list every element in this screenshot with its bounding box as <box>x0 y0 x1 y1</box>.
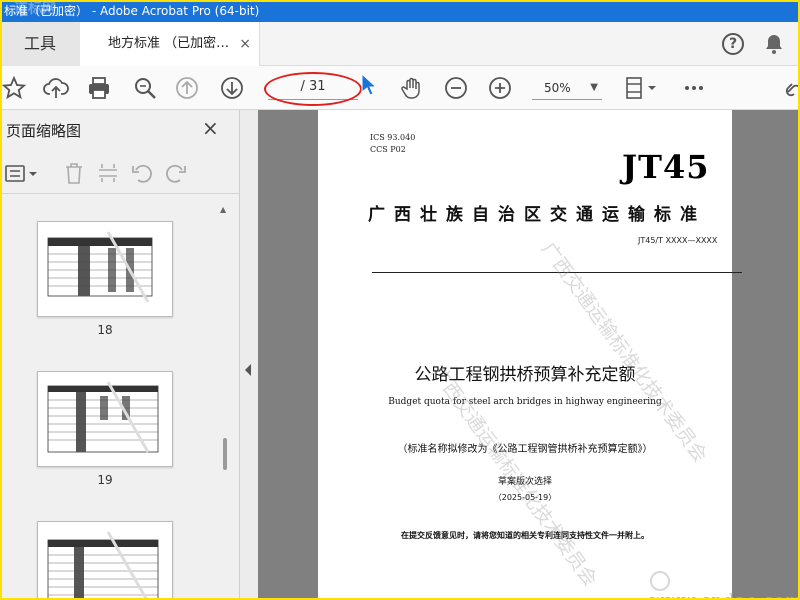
zoom-out-icon[interactable] <box>442 74 470 102</box>
hand-tool-icon[interactable] <box>398 74 426 102</box>
page-thumbnail-18[interactable] <box>37 221 173 317</box>
more-options-icon[interactable] <box>680 74 708 102</box>
thumbnail-table-graphic <box>47 381 159 453</box>
previous-page-icon[interactable] <box>173 74 201 102</box>
document-viewer[interactable]: ICS 93.040 CCS P02 JT45 广西壮族自治区交通运输标准 JT… <box>258 110 800 600</box>
window-title-bar: 标准（已加密） - Adobe Acrobat Pro (64-bit) 道标网 <box>0 0 800 22</box>
standard-logo: JT45 <box>622 148 710 186</box>
document-title: 公路工程钢拱桥预算补充定额 <box>414 365 636 385</box>
pane-collapse-strip[interactable] <box>240 110 258 600</box>
pane-toolbar <box>0 154 240 194</box>
standard-type: 广西壮族自治区交通运输标准 <box>368 205 706 225</box>
star-icon[interactable] <box>0 74 28 102</box>
bell-icon[interactable] <box>762 32 786 56</box>
delete-page-icon[interactable] <box>62 160 86 186</box>
document-page: ICS 93.040 CCS P02 JT45 广西壮族自治区交通运输标准 JT… <box>318 110 742 600</box>
diagonal-watermark: 广西交通运输标准化技术委员会 <box>536 238 712 467</box>
site-watermark-text: www.cndao.com <box>650 591 800 600</box>
ics-ccs-codes: ICS 93.040 CCS P02 <box>370 132 415 156</box>
collapse-arrow-icon[interactable] <box>245 364 251 376</box>
rename-note: （标准名称拟修改为《公路工程钢管拱桥补充预算定额》） <box>397 444 653 455</box>
zoom-search-icon[interactable] <box>131 74 159 102</box>
options-menu-icon[interactable] <box>4 162 40 186</box>
extract-page-icon[interactable] <box>96 160 120 186</box>
next-page-icon[interactable] <box>218 74 246 102</box>
rotate-counterclockwise-icon[interactable] <box>130 160 154 186</box>
thumbnail-label-19: 19 <box>97 473 113 487</box>
site-watermark: www.cndao.com <box>650 570 800 600</box>
ics-code: ICS 93.040 <box>370 133 416 142</box>
standard-code: JT45/T XXXX—XXXX <box>638 236 718 245</box>
zoom-level-value: 50% <box>544 81 571 95</box>
zoom-in-icon[interactable] <box>486 74 514 102</box>
page-thumbnail-19[interactable] <box>37 371 173 467</box>
mouse-cursor-icon <box>361 72 378 96</box>
title-overlay-watermark: 道标网 <box>14 1 56 17</box>
red-annotation-circle <box>264 72 362 106</box>
thumbnail-list[interactable]: 18 19 <box>0 205 232 600</box>
thumbnail-label-18: 18 <box>97 323 113 337</box>
tab-bar: 工具 地方标准 （已加密… × ? <box>0 22 800 66</box>
chevron-down-icon: ▼ <box>590 82 598 93</box>
link-icon[interactable] <box>782 74 800 102</box>
thumbnails-pane: 页面缩略图 × 18 19 ▲ <box>0 110 240 600</box>
page-thumbnail-20[interactable] <box>37 521 173 600</box>
page-layout-icon[interactable] <box>622 74 658 102</box>
document-tab[interactable]: 地方标准 （已加密… × <box>80 22 260 66</box>
close-tab-icon[interactable]: × <box>239 22 251 66</box>
document-tab-label: 地方标准 （已加密… <box>108 36 230 51</box>
pane-title: 页面缩略图 <box>6 122 82 140</box>
cloud-upload-icon[interactable] <box>42 74 70 102</box>
ccs-code: CCS P02 <box>370 145 406 154</box>
close-pane-icon[interactable]: × <box>202 116 219 140</box>
help-icon[interactable]: ? <box>722 33 744 55</box>
thumbnail-table-graphic <box>47 231 153 303</box>
site-logo-icon <box>650 570 670 591</box>
thumbnail-table-graphic <box>47 531 159 600</box>
zoom-level-select[interactable]: 50% ▼ <box>532 76 602 100</box>
rotate-clockwise-icon[interactable] <box>164 160 188 186</box>
thumbnail-scrollbar[interactable] <box>223 438 227 470</box>
tools-tab[interactable]: 工具 <box>0 22 80 66</box>
feedback-note: 在提交反馈意见时，请将您知道的相关专利连同支持性文件一并附上。 <box>401 531 649 540</box>
main-toolbar: / 31 50% ▼ <box>0 66 800 110</box>
scroll-up-arrow[interactable]: ▲ <box>220 205 226 214</box>
print-icon[interactable] <box>85 74 113 102</box>
